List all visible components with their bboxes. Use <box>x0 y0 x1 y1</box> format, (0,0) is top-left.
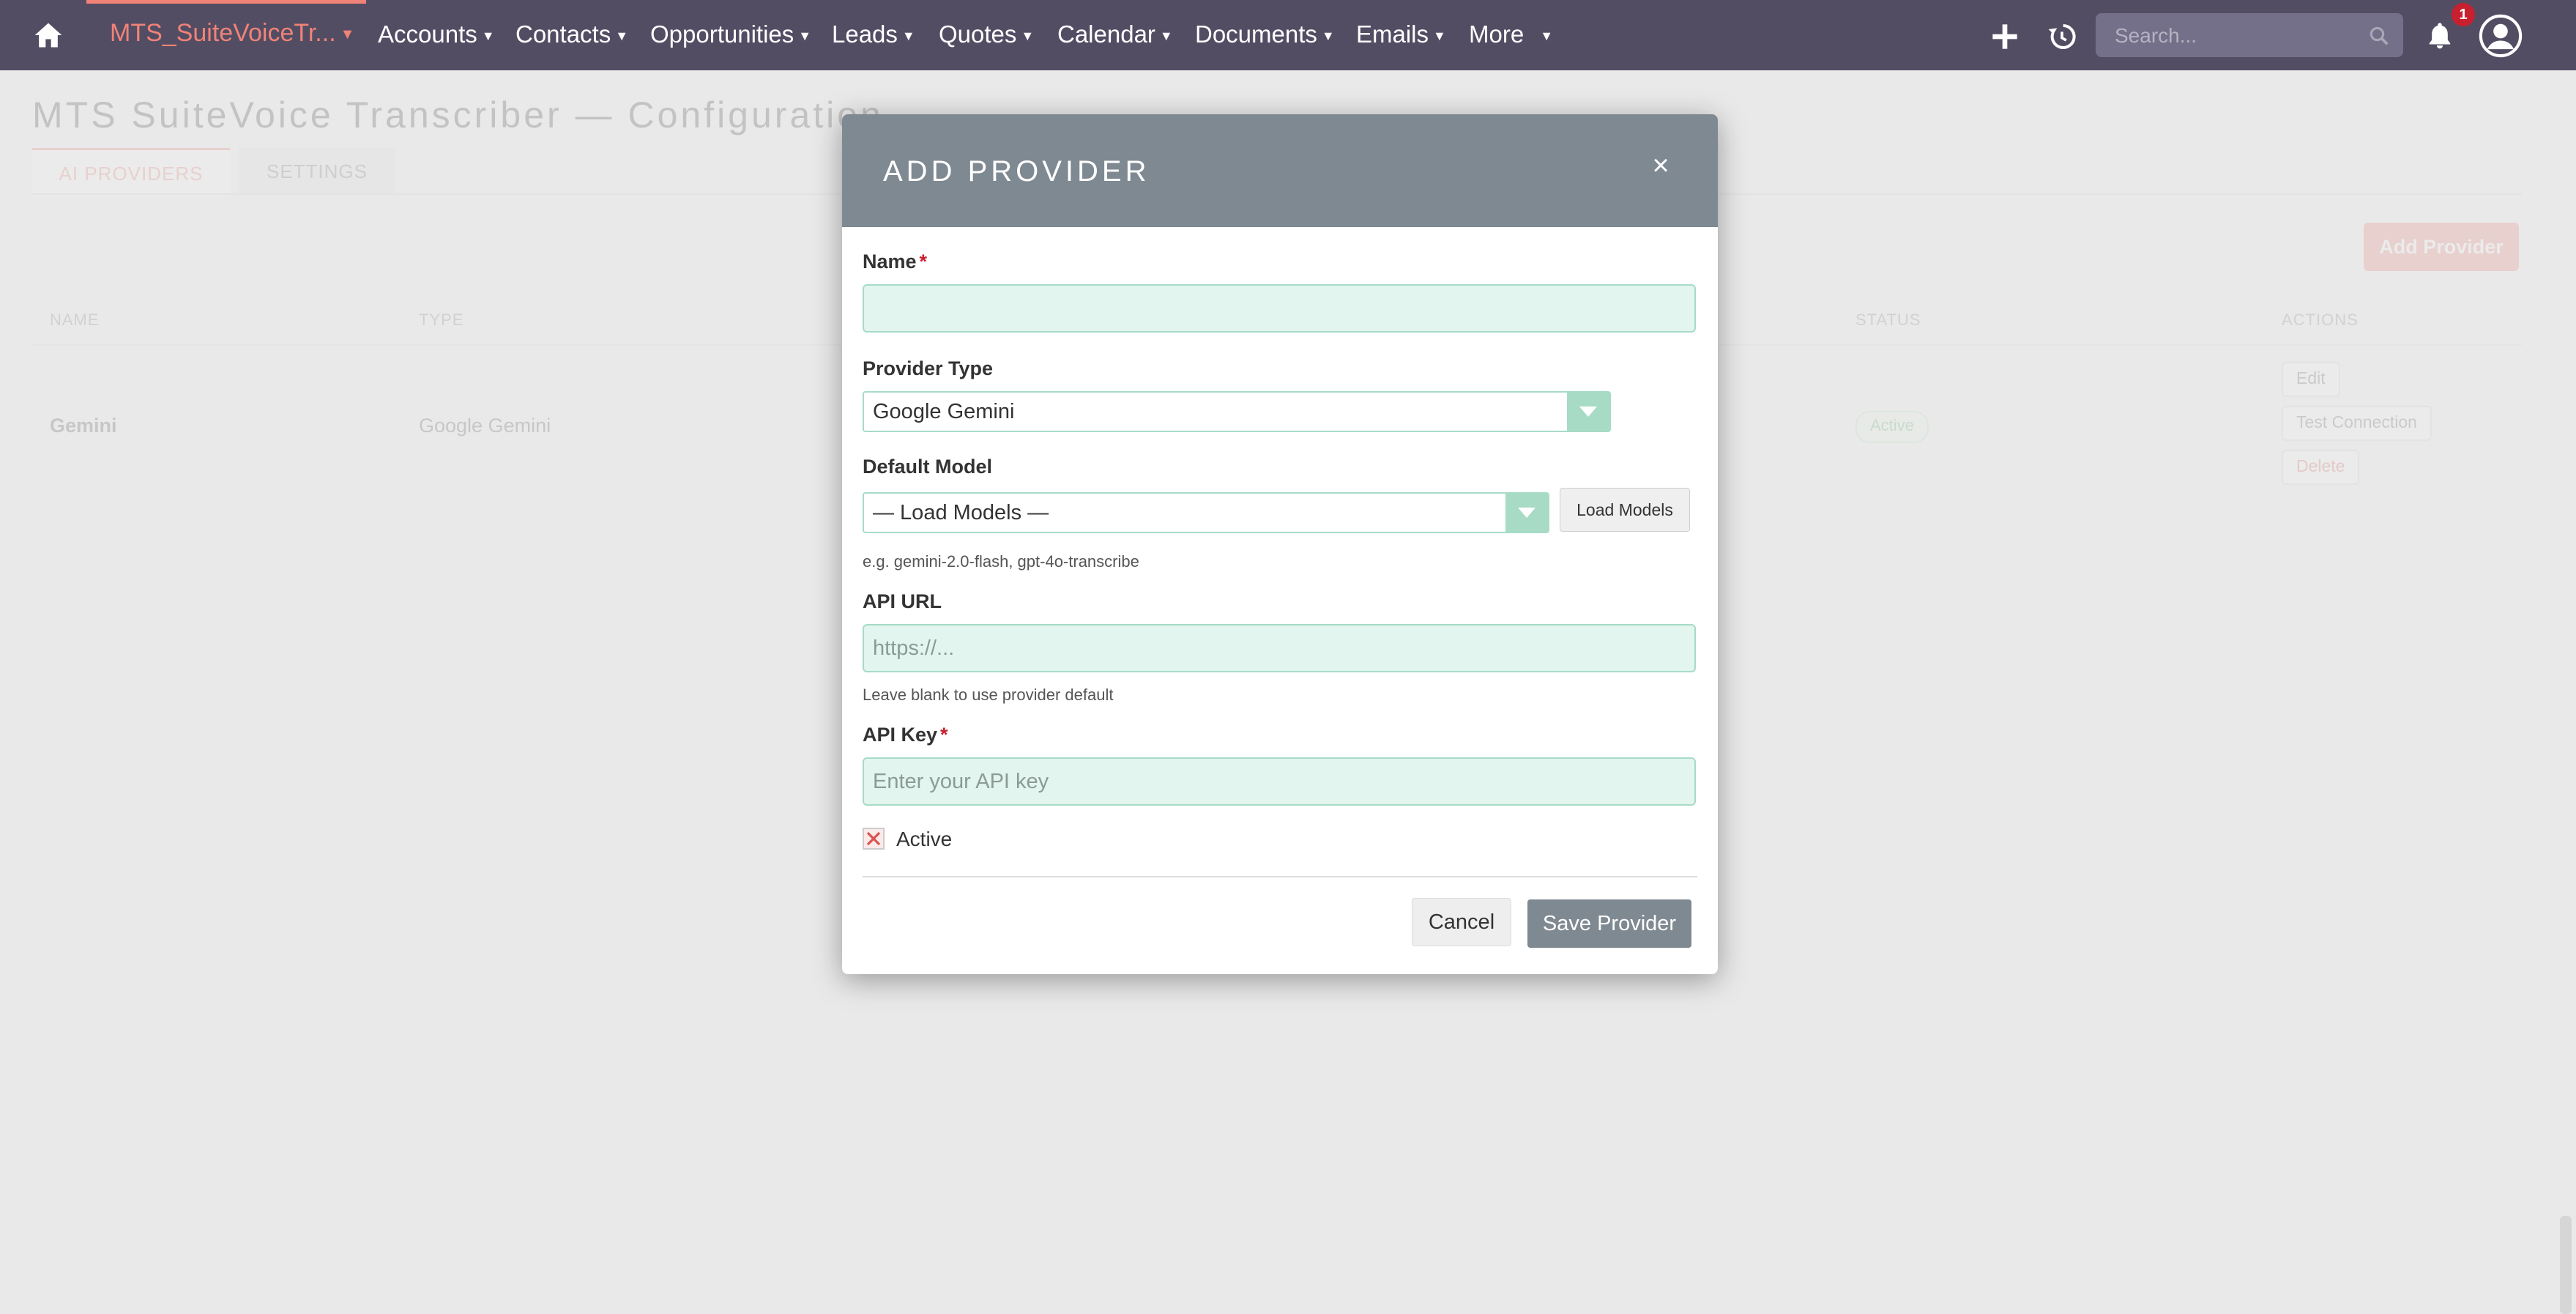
required-marker: * <box>940 724 948 746</box>
plus-icon[interactable] <box>1990 22 2020 51</box>
chevron-down-icon: ▼ <box>1433 28 1446 43</box>
dropdown-arrow-icon[interactable] <box>1505 494 1548 532</box>
active-checkbox-label: Active <box>896 828 953 850</box>
name-input[interactable] <box>863 284 1696 333</box>
chevron-down-icon: ▼ <box>615 28 629 43</box>
user-icon[interactable] <box>2478 13 2523 59</box>
provider-type-selected-value: Google Gemini <box>873 400 1015 423</box>
nav-item-label: Contacts <box>515 21 611 48</box>
chevron-down-icon: ▼ <box>901 28 915 43</box>
chevron-down-icon: ▼ <box>1321 28 1335 43</box>
close-icon[interactable]: × <box>1645 149 1677 182</box>
chevron-down-icon: ▼ <box>1159 28 1173 43</box>
load-models-button[interactable]: Load Models <box>1560 488 1690 532</box>
nav-item-quotes[interactable]: Quotes ▼ <box>939 21 1034 48</box>
save-provider-button[interactable]: Save Provider <box>1527 899 1691 948</box>
nav-item-label: More <box>1469 21 1525 48</box>
api-key-label-text: API Key <box>863 724 938 746</box>
name-label-text: Name <box>863 250 917 272</box>
cancel-button[interactable]: Cancel <box>1412 898 1511 946</box>
api-url-input[interactable] <box>863 624 1696 672</box>
global-search <box>2096 13 2403 59</box>
nav-item-calendar[interactable]: Calendar ▼ <box>1057 21 1173 48</box>
api-key-input[interactable] <box>863 757 1696 806</box>
dialog-footer-divider <box>863 876 1697 877</box>
search-icon[interactable] <box>2368 25 2390 47</box>
nav-item-more[interactable]: More ▼ <box>1469 21 1553 48</box>
chevron-down-icon: ▼ <box>481 28 495 43</box>
close-icon <box>866 831 881 846</box>
active-module-indicator <box>86 0 366 4</box>
chevron-down-icon: ▼ <box>340 26 355 42</box>
current-module-label: MTS_SuiteVoiceTr... <box>110 19 336 47</box>
dropdown-arrow-icon[interactable] <box>1567 393 1609 431</box>
chevron-down-icon: ▼ <box>1021 28 1035 43</box>
history-icon[interactable] <box>2047 22 2077 51</box>
api-url-help-text: Leave blank to use provider default <box>863 686 1114 704</box>
name-field-label: Name * <box>863 250 927 273</box>
api-url-label: API URL <box>863 590 942 612</box>
dialog-header: ADD PROVIDER × <box>842 114 1718 227</box>
active-checkbox[interactable] <box>863 828 885 850</box>
required-marker: * <box>919 250 928 272</box>
search-input[interactable] <box>2113 13 2358 59</box>
provider-type-select[interactable]: Google Gemini <box>863 391 1611 432</box>
nav-item-label: Emails <box>1356 21 1429 48</box>
home-icon[interactable] <box>32 19 64 51</box>
chevron-down-icon: ▼ <box>798 28 812 43</box>
nav-item-label: Opportunities <box>650 21 794 48</box>
notification-count-badge: 1 <box>2452 3 2475 26</box>
provider-type-label: Provider Type <box>863 357 994 379</box>
default-model-selected-value: — Load Models — <box>873 501 1049 524</box>
nav-item-leads[interactable]: Leads ▼ <box>832 21 915 48</box>
top-navigation-bar: MTS_SuiteVoiceTr... ▼ Accounts ▼ Contacts ▼… <box>0 0 2576 70</box>
dialog-title: ADD PROVIDER <box>883 155 1150 188</box>
add-provider-dialog: ADD PROVIDER × Name * Provider Type Googl… <box>842 114 1718 974</box>
current-module-menu[interactable]: MTS_SuiteVoiceTr... ▼ <box>110 19 354 48</box>
scrollbar[interactable] <box>2560 1216 2572 1314</box>
nav-item-emails[interactable]: Emails ▼ <box>1356 21 1446 48</box>
chevron-down-icon: ▼ <box>1540 28 1554 43</box>
nav-item-opportunities[interactable]: Opportunities ▼ <box>650 21 811 48</box>
bell-icon[interactable] <box>2425 21 2454 50</box>
default-model-label: Default Model <box>863 456 993 478</box>
nav-item-label: Quotes <box>939 21 1017 48</box>
nav-item-contacts[interactable]: Contacts ▼ <box>515 21 628 48</box>
default-model-help-text: e.g. gemini-2.0-flash, gpt-4o-transcribe <box>863 552 1139 571</box>
nav-item-label: Accounts <box>378 21 477 48</box>
nav-item-label: Leads <box>832 21 898 48</box>
nav-item-label: Calendar <box>1057 21 1155 48</box>
nav-item-accounts[interactable]: Accounts ▼ <box>378 21 495 48</box>
nav-item-label: Documents <box>1195 21 1317 48</box>
nav-item-documents[interactable]: Documents ▼ <box>1195 21 1335 48</box>
default-model-select[interactable]: — Load Models — <box>863 492 1549 533</box>
api-key-field-label: API Key * <box>863 724 948 746</box>
